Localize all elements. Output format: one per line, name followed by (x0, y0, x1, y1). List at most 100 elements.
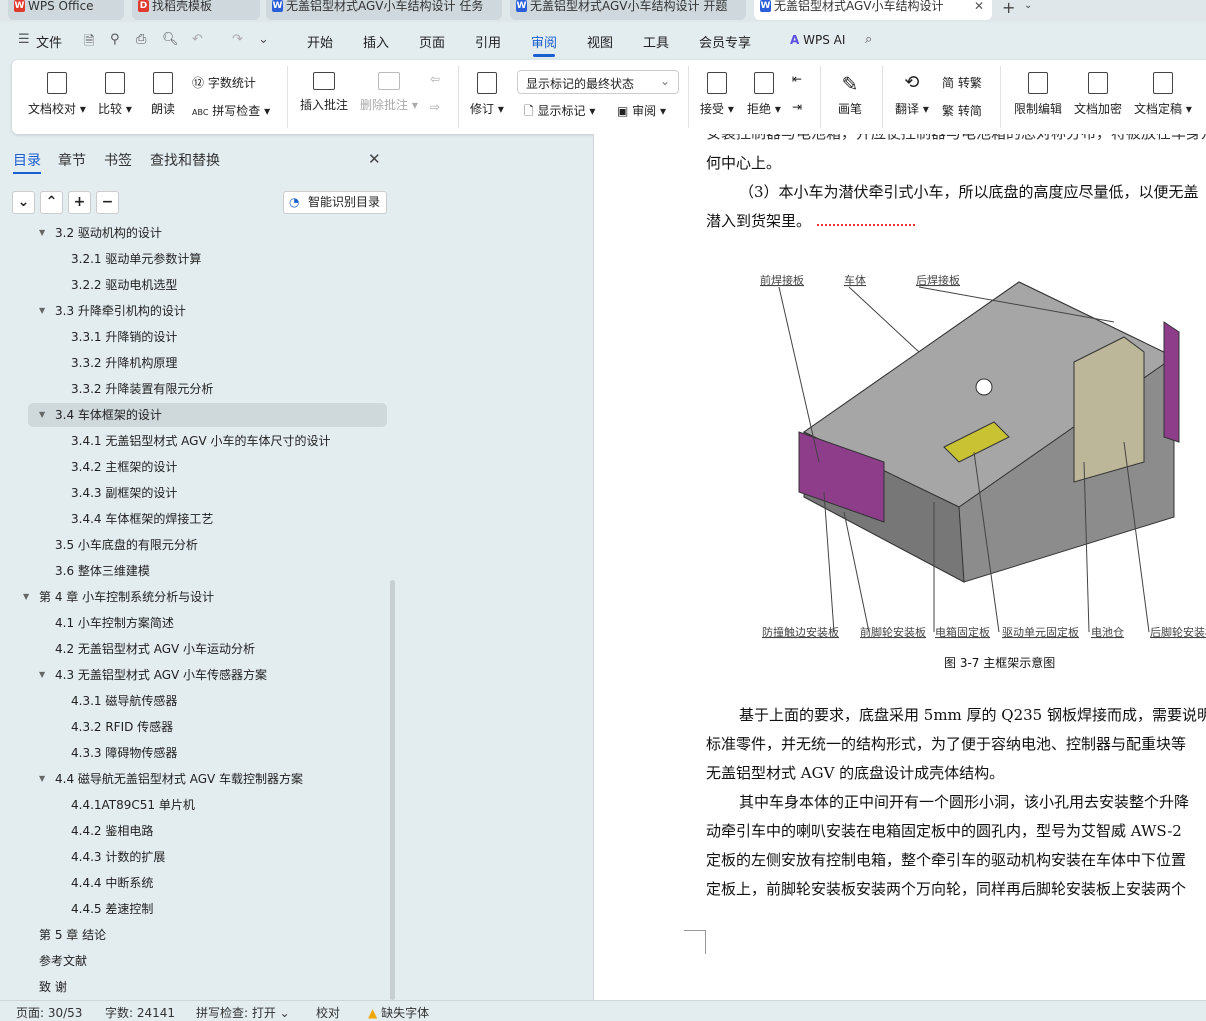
spell-check-button[interactable]: ABC 拼写检查 ▾ (192, 102, 270, 119)
toc-item[interactable]: 4.4.5 差速控制 (28, 897, 387, 921)
toc-item[interactable]: 4.2 无盖铝型材式 AGV 小车运动分析 (28, 637, 387, 661)
menu-references[interactable]: 引用 (475, 32, 501, 51)
to-simplified-button[interactable]: 繁 转简 (942, 102, 982, 119)
next-comment-icon[interactable]: ⇨ (430, 100, 440, 114)
translate-button[interactable]: ⟲ 翻译 ▾ (895, 72, 929, 117)
expand-arrow-icon[interactable]: ▼ (39, 225, 45, 245)
toc-item[interactable]: 3.6 整体三维建模 (28, 559, 387, 583)
print-preview-icon[interactable]: 🔍︎ (162, 32, 179, 47)
encrypt-button[interactable]: 文档加密 (1074, 72, 1122, 117)
toc-item[interactable]: ▼ 4.3 无盖铝型材式 AGV 小车传感器方案 (28, 663, 387, 687)
tab-wps-office[interactable]: W WPS Office (8, 0, 124, 20)
toc-item[interactable]: ▼ 3.3 升降牵引机构的设计 (28, 299, 387, 323)
spell-check-toggle[interactable]: 拼写检查: 打开 ⌄ (196, 1004, 290, 1021)
tab-chapters[interactable]: 章节 (58, 150, 86, 170)
page-indicator[interactable]: 页面: 30/53 (16, 1004, 82, 1021)
toc-item[interactable]: 第 5 章 结论 (28, 923, 387, 947)
prev-comment-icon[interactable]: ⇦ (430, 72, 440, 86)
revise-button[interactable]: 修订 ▾ (470, 72, 504, 117)
toc-item[interactable]: ▼ 3.2 驱动机构的设计 (28, 225, 387, 245)
chevron-down-icon[interactable]: ⌄ (258, 32, 269, 47)
prev-revision-icon[interactable]: ⇤ (792, 72, 802, 86)
toc-item[interactable]: 3.3.1 升降销的设计 (28, 325, 387, 349)
toc-item[interactable]: 3.2.2 驱动电机选型 (28, 273, 387, 297)
next-revision-icon[interactable]: ⇥ (792, 100, 802, 114)
save-icon[interactable]: 🗎 (84, 32, 94, 54)
toc-item[interactable]: 3.2.1 驱动单元参数计算 (28, 247, 387, 271)
insert-comment-button[interactable]: 插入批注 (300, 72, 348, 113)
toc-item[interactable]: 3.4.1 无盖铝型材式 AGV 小车的车体尺寸的设计 (28, 429, 387, 453)
remove-level-button[interactable]: − (96, 191, 119, 214)
review-pane-button[interactable]: ▣ 审阅 ▾ (617, 102, 666, 119)
toc-item[interactable]: 4.3.2 RFID 传感器 (28, 715, 387, 739)
word-count[interactable]: 字数: 24141 (105, 1004, 175, 1021)
toc-item[interactable]: 3.3.2 升降装置有限元分析 (28, 377, 387, 401)
menu-icon[interactable]: ☰ (18, 32, 30, 47)
toc-item[interactable]: 4.3.3 障碍物传感器 (28, 741, 387, 765)
menu-home[interactable]: 开始 (307, 32, 333, 51)
toc-item[interactable]: 4.4.1AT89C51 单片机 (28, 793, 387, 817)
expand-arrow-icon[interactable]: ▼ (23, 585, 29, 609)
toc-item[interactable]: 3.3.2 升降机构原理 (28, 351, 387, 375)
menu-file[interactable]: 文件 (36, 32, 62, 51)
accept-button[interactable]: 接受 ▾ (700, 72, 734, 117)
toc-item[interactable]: 4.1 小车控制方案简述 (28, 611, 387, 635)
search-icon[interactable]: ⌕ (865, 32, 872, 47)
undo-icon[interactable]: ↶ (192, 32, 203, 47)
print-icon[interactable]: ⎙ (136, 32, 146, 47)
toc-item[interactable]: 4.4.3 计数的扩展 (28, 845, 387, 869)
tab-docer[interactable]: D 找稻壳模板 (132, 0, 260, 20)
proofread-button[interactable]: 校对 (316, 1004, 340, 1021)
toc-item[interactable]: 4.4.2 鉴相电路 (28, 819, 387, 843)
restrict-edit-button[interactable]: 限制编辑 (1014, 72, 1062, 117)
toc-item[interactable]: 3.5 小车底盘的有限元分析 (28, 533, 387, 557)
compare-button[interactable]: 比较 ▾ (98, 72, 132, 117)
close-panel-icon[interactable]: ✕ (368, 150, 381, 168)
smart-toc-button[interactable]: ◔ 智能识别目录 (283, 191, 387, 214)
toc-item[interactable]: ▼ 3.4 车体框架的设计 (28, 403, 387, 427)
menu-tools[interactable]: 工具 (643, 32, 669, 51)
toc-item[interactable]: 3.4.3 副框架的设计 (28, 481, 387, 505)
word-count-button[interactable]: ⑫ 字数统计 (192, 74, 256, 91)
redo-icon[interactable]: ↷ (232, 32, 243, 47)
toc-item[interactable]: 3.4.2 主框架的设计 (28, 455, 387, 479)
wps-ai-button[interactable]: A WPS AI (790, 33, 845, 47)
menu-page[interactable]: 页面 (419, 32, 445, 51)
pen-button[interactable]: ✎ 画笔 (838, 72, 862, 117)
share-icon[interactable]: ⚲ (110, 32, 120, 47)
reject-button[interactable]: 拒绝 ▾ (747, 72, 781, 117)
delete-comment-button[interactable]: 删除批注 ▾ (360, 72, 418, 113)
tab-doc-active[interactable]: W 无盖铝型材式AGV小车结构设计 ✕ (754, 0, 992, 20)
tab-toc[interactable]: 目录 (13, 150, 41, 174)
toc-item[interactable]: 4.3.1 磁导航传感器 (28, 689, 387, 713)
tab-find-replace[interactable]: 查找和替换 (150, 150, 220, 170)
toc-item[interactable]: 4.4.4 中断系统 (28, 871, 387, 895)
expand-arrow-icon[interactable]: ▼ (39, 767, 45, 791)
read-aloud-button[interactable]: 朗读 (151, 72, 175, 117)
markup-state-select[interactable]: 显示标记的最终状态 ⌄ (517, 70, 679, 94)
tab-doc-task[interactable]: W 无盖铝型材式AGV小车结构设计 任务 (266, 0, 502, 20)
toc-item[interactable]: 3.4.4 车体框架的焊接工艺 (28, 507, 387, 531)
close-icon[interactable]: ✕ (974, 0, 984, 12)
toc-item[interactable]: 致 谢 (28, 975, 387, 999)
toc-item[interactable]: ▼ 第 4 章 小车控制系统分析与设计 (23, 585, 387, 609)
menu-insert[interactable]: 插入 (363, 32, 389, 51)
show-markup-button[interactable]: 🗋 显示标记 ▾ (524, 102, 595, 123)
to-traditional-button[interactable]: 简 转繁 (942, 74, 982, 91)
finalize-button[interactable]: 文档定稿 ▾ (1134, 72, 1192, 117)
expand-button[interactable]: ⌄ (12, 191, 35, 214)
expand-arrow-icon[interactable]: ▼ (39, 299, 45, 323)
expand-arrow-icon[interactable]: ▼ (39, 663, 45, 687)
scrollbar[interactable] (390, 580, 395, 1000)
add-level-button[interactable]: + (68, 191, 91, 214)
collapse-button[interactable]: ⌃ (40, 191, 63, 214)
missing-font-button[interactable]: ▲ 缺失字体 (368, 1004, 429, 1021)
expand-arrow-icon[interactable]: ▼ (39, 403, 45, 427)
new-tab-icon[interactable]: + (1002, 0, 1015, 17)
menu-member[interactable]: 会员专享 (699, 32, 751, 51)
chevron-down-icon[interactable]: ⌄ (1024, 0, 1032, 11)
tab-bookmarks[interactable]: 书签 (104, 150, 132, 170)
menu-review[interactable]: 审阅 (531, 32, 557, 57)
tab-doc-proposal[interactable]: W 无盖铝型材式AGV小车结构设计 开题 (510, 0, 746, 20)
toc-item[interactable]: ▼ 4.4 磁导航无盖铝型材式 AGV 车载控制器方案 (28, 767, 387, 791)
